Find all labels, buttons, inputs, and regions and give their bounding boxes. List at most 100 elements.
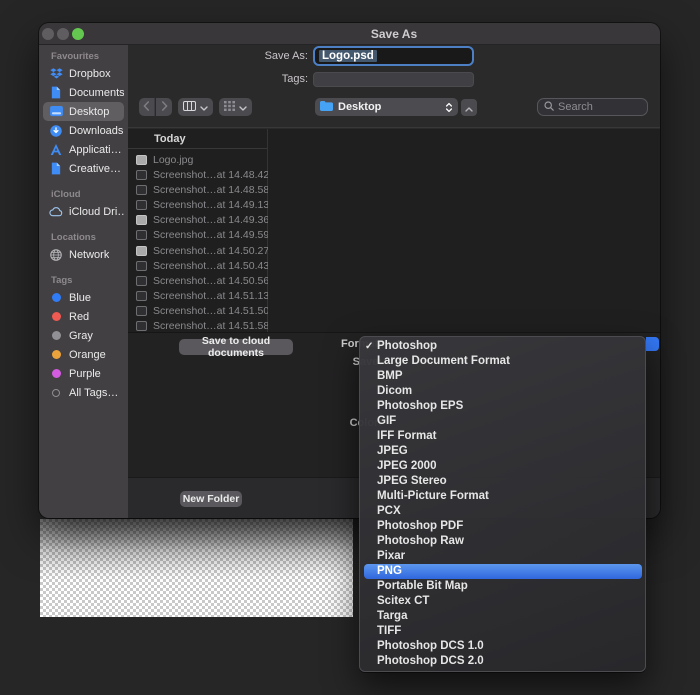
- sidebar-section-header: iCloud: [39, 187, 128, 202]
- sidebar-item-creative[interactable]: Creative…: [43, 159, 124, 178]
- sidebar-item-label: Red: [69, 311, 89, 323]
- file-row[interactable]: Screenshot…at 14.48.42: [128, 167, 268, 182]
- menu-item-pixar[interactable]: Pixar: [364, 549, 642, 564]
- menu-item-tiff[interactable]: TIFF: [364, 624, 642, 639]
- file-name: Screenshot…at 14.49.13: [153, 199, 268, 211]
- file-row[interactable]: Screenshot…at 14.49.59: [128, 228, 268, 243]
- sidebar-section-header: Locations: [39, 230, 128, 245]
- file-row[interactable]: Screenshot…at 14.50.43: [128, 258, 268, 273]
- sidebar-item-label: Dropbox: [69, 68, 111, 80]
- file-name: Screenshot…at 14.48.58: [153, 184, 268, 196]
- file-row[interactable]: Screenshot…at 14.50.56: [128, 273, 268, 288]
- group-view-button[interactable]: [219, 98, 252, 116]
- sidebar-item-label: Blue: [69, 292, 91, 304]
- format-dropdown-menu: ✓PhotoshopLarge Document FormatBMPDicomP…: [359, 336, 646, 672]
- menu-item-large-document-format[interactable]: Large Document Format: [364, 354, 642, 369]
- close-button[interactable]: [42, 28, 54, 40]
- column-view-button[interactable]: [178, 98, 213, 116]
- menu-item-photoshop[interactable]: ✓Photoshop: [364, 339, 642, 354]
- sidebar-item-dropbox[interactable]: Dropbox: [43, 64, 124, 83]
- menu-item-jpeg-2000[interactable]: JPEG 2000: [364, 459, 642, 474]
- sidebar-item-blue[interactable]: Blue: [43, 288, 124, 307]
- menu-item-label: PCX: [377, 505, 401, 517]
- menu-item-label: Photoshop DCS 1.0: [377, 640, 484, 652]
- sidebar-item-label: iCloud Dri…: [69, 206, 124, 218]
- search-input[interactable]: Search: [537, 98, 648, 116]
- tags-input[interactable]: [313, 72, 474, 87]
- menu-item-label: JPEG: [377, 445, 408, 457]
- menu-item-photoshop-pdf[interactable]: Photoshop PDF: [364, 519, 642, 534]
- back-button[interactable]: [139, 98, 155, 116]
- thumbnail-light: [136, 246, 147, 256]
- sidebar-item-all-tags[interactable]: All Tags…: [43, 383, 124, 402]
- file-row[interactable]: Screenshot…at 14.48.58: [128, 182, 268, 197]
- filename-input[interactable]: Logo.psd: [313, 46, 474, 66]
- sidebar-item-applicati[interactable]: Applicati…: [43, 140, 124, 159]
- file-row[interactable]: Screenshot…at 14.49.36: [128, 213, 268, 228]
- menu-item-photoshop-dcs-2-0[interactable]: Photoshop DCS 2.0: [364, 654, 642, 669]
- file-row[interactable]: Screenshot…at 14.49.13: [128, 198, 268, 213]
- thumbnail-dark: [136, 321, 147, 331]
- file-browser: Today Logo.jpg Screenshot…at 14.48.42 Scre…: [128, 129, 660, 332]
- thumbnail-dark: [136, 291, 147, 301]
- menu-item-png[interactable]: PNG: [364, 564, 642, 579]
- new-folder-button[interactable]: New Folder: [180, 491, 242, 507]
- file-name: Screenshot…at 14.48.42: [153, 169, 268, 181]
- menu-item-bmp[interactable]: BMP: [364, 369, 642, 384]
- search-icon: [544, 98, 554, 116]
- menu-item-jpeg-stereo[interactable]: JPEG Stereo: [364, 474, 642, 489]
- sidebar-section-header: Tags: [39, 273, 128, 288]
- sidebar-item-desktop[interactable]: Desktop: [43, 102, 124, 121]
- tag-dot: [49, 293, 63, 302]
- menu-item-label: PNG: [377, 565, 402, 577]
- thumbnail-dark: [136, 230, 147, 240]
- file-row[interactable]: Screenshot…at 14.51.13: [128, 289, 268, 304]
- filename-selected-text: Logo.psd: [319, 50, 377, 62]
- zoom-button[interactable]: [72, 28, 84, 40]
- menu-item-photoshop-dcs-1-0[interactable]: Photoshop DCS 1.0: [364, 639, 642, 654]
- menu-item-pcx[interactable]: PCX: [364, 504, 642, 519]
- menu-item-label: Pixar: [377, 550, 405, 562]
- file-name: Logo.jpg: [153, 154, 193, 166]
- titlebar: Save As: [39, 23, 660, 45]
- menu-item-targa[interactable]: Targa: [364, 609, 642, 624]
- file-row[interactable]: Logo.jpg: [128, 152, 268, 167]
- menu-item-jpeg[interactable]: JPEG: [364, 444, 642, 459]
- menu-item-multi-picture-format[interactable]: Multi-Picture Format: [364, 489, 642, 504]
- menu-item-scitex-ct[interactable]: Scitex CT: [364, 594, 642, 609]
- thumbnail-dark: [136, 306, 147, 316]
- format-popup-edge[interactable]: [646, 337, 659, 351]
- sidebar-item-red[interactable]: Red: [43, 307, 124, 326]
- dropbox-icon: [49, 68, 63, 79]
- minimize-button[interactable]: [57, 28, 69, 40]
- tag-dot: [49, 331, 63, 340]
- sidebar-item-label: Purple: [69, 368, 101, 380]
- sidebar-item-downloads[interactable]: Downloads: [43, 121, 124, 140]
- thumbnail-dark: [136, 185, 147, 195]
- forward-button[interactable]: [156, 98, 172, 116]
- group-header: Today: [128, 129, 267, 149]
- menu-item-gif[interactable]: GIF: [364, 414, 642, 429]
- sidebar-item-orange[interactable]: Orange: [43, 345, 124, 364]
- menu-item-iff-format[interactable]: IFF Format: [364, 429, 642, 444]
- menu-item-label: JPEG 2000: [377, 460, 436, 472]
- menu-item-photoshop-eps[interactable]: Photoshop EPS: [364, 399, 642, 414]
- save-to-cloud-button[interactable]: Save to cloud documents: [179, 339, 293, 355]
- sidebar-item-icloud-dri[interactable]: iCloud Dri…: [43, 202, 124, 221]
- collapse-button[interactable]: [461, 99, 477, 116]
- menu-item-portable-bit-map[interactable]: Portable Bit Map: [364, 579, 642, 594]
- sidebar-item-documents[interactable]: Documents: [43, 83, 124, 102]
- all-tags-circle-icon: [49, 389, 63, 397]
- file-row[interactable]: Screenshot…at 14.51.50: [128, 304, 268, 319]
- sidebar-item-network[interactable]: Network: [43, 245, 124, 264]
- menu-item-photoshop-raw[interactable]: Photoshop Raw: [364, 534, 642, 549]
- grid-icon: [224, 98, 235, 116]
- file-row[interactable]: Screenshot…at 14.50.27: [128, 243, 268, 258]
- location-popup[interactable]: Desktop: [315, 98, 458, 116]
- sidebar-item-purple[interactable]: Purple: [43, 364, 124, 383]
- menu-item-dicom[interactable]: Dicom: [364, 384, 642, 399]
- sidebar-item-gray[interactable]: Gray: [43, 326, 124, 345]
- menu-item-label: Photoshop: [377, 340, 437, 352]
- filename-pane: Save As: Logo.psd Tags:: [128, 45, 660, 128]
- thumbnail-dark: [136, 261, 147, 271]
